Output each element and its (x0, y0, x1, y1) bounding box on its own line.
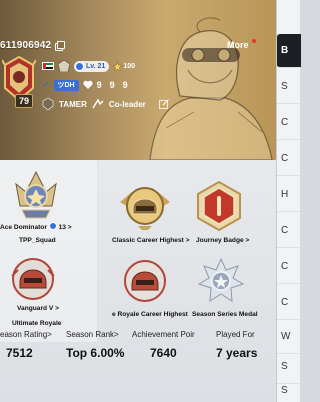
achievement-points-stat[interactable]: Achievement Poir 7640 (132, 330, 195, 360)
season-rank-value: Top 6.00% (66, 346, 125, 360)
star-icon (113, 61, 123, 71)
achievement-points-value: 7640 (150, 346, 177, 360)
player-tag[interactable]: ツDH (53, 79, 79, 91)
player-id-row: 611906942 (0, 38, 66, 52)
male-icon: ♂ (42, 79, 50, 90)
ace-dominator-badge-icon[interactable] (12, 170, 60, 220)
journey-badge-row[interactable]: Journey Badge > (196, 237, 249, 244)
clan-icon[interactable] (42, 98, 54, 110)
vanguard-row[interactable]: Vanguard V > (17, 305, 59, 312)
level-pill[interactable]: Lv. 21 (74, 60, 110, 72)
sidebar-item-6[interactable]: C (277, 250, 301, 284)
clan-name[interactable]: TAMER (59, 100, 87, 109)
season-series-title[interactable]: Season Series Medal (192, 311, 258, 318)
ace-dominator-arrow: > (67, 224, 72, 231)
vanguard-helmet-icon[interactable] (10, 256, 56, 302)
vanguard-title: Vanguard V (17, 305, 54, 312)
hundred-badge[interactable]: 100 (113, 61, 136, 71)
edit-icon[interactable] (158, 99, 169, 109)
more-label: More (227, 40, 249, 50)
profile-icons-row: Lv. 21 100 (42, 60, 135, 72)
stats-row: ♂ ツDH 9 9 9 (42, 79, 132, 91)
classic-career-arrow: > (185, 237, 190, 244)
journey-badge-arrow: > (245, 237, 250, 244)
level-text: Lv. 21 (86, 62, 106, 70)
more-button[interactable]: More (227, 39, 256, 50)
stat-value-1: 9 (96, 80, 102, 90)
played-for-value: 7 years (216, 346, 258, 360)
sidebar-item-2[interactable]: C (277, 106, 301, 140)
season-series-medal-icon[interactable] (198, 258, 244, 304)
sidebar-item-4[interactable]: H (277, 178, 301, 212)
season-rating-stat[interactable]: eason Rating> 7512 (0, 330, 52, 360)
eye-icon (75, 61, 84, 71)
clan-role: Co-leader (108, 99, 146, 109)
ace-dominator-row[interactable]: Ace Dominator 13 > (0, 222, 72, 231)
sidebar-item-7[interactable]: C (277, 286, 301, 320)
ace-dominator-title: Ace Dominator (0, 224, 47, 231)
uae-flag-icon (42, 62, 54, 70)
stat-value-2: 9 (109, 80, 115, 90)
classic-career-helmet-icon[interactable] (118, 182, 172, 230)
classic-career-title: Classic Career Highest (112, 237, 184, 244)
hundred-text: 100 (123, 62, 136, 70)
season-rating-label: eason Rating> (0, 330, 52, 339)
vanguard-arrow: > (55, 305, 59, 312)
season-rating-value: 7512 (6, 346, 33, 360)
royale-career-helmet-icon[interactable] (122, 258, 168, 304)
sidebar-item-1[interactable]: S (277, 70, 301, 104)
royale-career-title[interactable]: e Royale Career Highest (112, 311, 188, 318)
classic-career-row[interactable]: Classic Career Highest > (112, 237, 190, 244)
avatar-level-badge: 79 (15, 94, 33, 108)
summary-stats: eason Rating> 7512 Season Rank> Top 6.00… (0, 325, 276, 402)
season-rank-label: Season Rank> (66, 330, 119, 339)
clan-row: TAMER Co-leader (42, 98, 169, 110)
right-sidebar: B S C C H C C C W S S (276, 0, 301, 402)
played-for-stat: Played For 7 years (216, 330, 257, 360)
copy-icon[interactable] (55, 40, 66, 51)
sidebar-item-0[interactable]: B (277, 34, 301, 68)
stat-value-3: 9 (122, 80, 128, 90)
sidebar-item-10[interactable]: S (277, 378, 301, 402)
player-id: 611906942 (0, 39, 52, 51)
season-rank-stat[interactable]: Season Rank> Top 6.00% (66, 330, 124, 360)
heart-icon (83, 80, 93, 89)
journey-badge-title: Journey Badge (196, 237, 244, 244)
notification-dot-icon (251, 39, 256, 43)
tier-info-icon (48, 222, 57, 230)
co-leader-icon (92, 99, 104, 109)
profile-header: 611906942 More 79 Lv. 21 100 ♂ ツDH 9 9 9… (0, 0, 276, 160)
played-for-label: Played For (216, 330, 255, 339)
sidebar-item-8[interactable]: W (277, 320, 301, 354)
ace-dominator-count: 13 (58, 224, 66, 231)
ace-mode: TPP_Squad (19, 237, 56, 244)
sidebar-item-3[interactable]: C (277, 142, 301, 176)
achievement-points-label: Achievement Poir (132, 330, 195, 339)
tier-icon (58, 60, 70, 72)
journey-badge-icon[interactable] (194, 180, 244, 232)
sidebar-item-5[interactable]: C (277, 214, 301, 248)
character-illustration (149, 17, 273, 160)
